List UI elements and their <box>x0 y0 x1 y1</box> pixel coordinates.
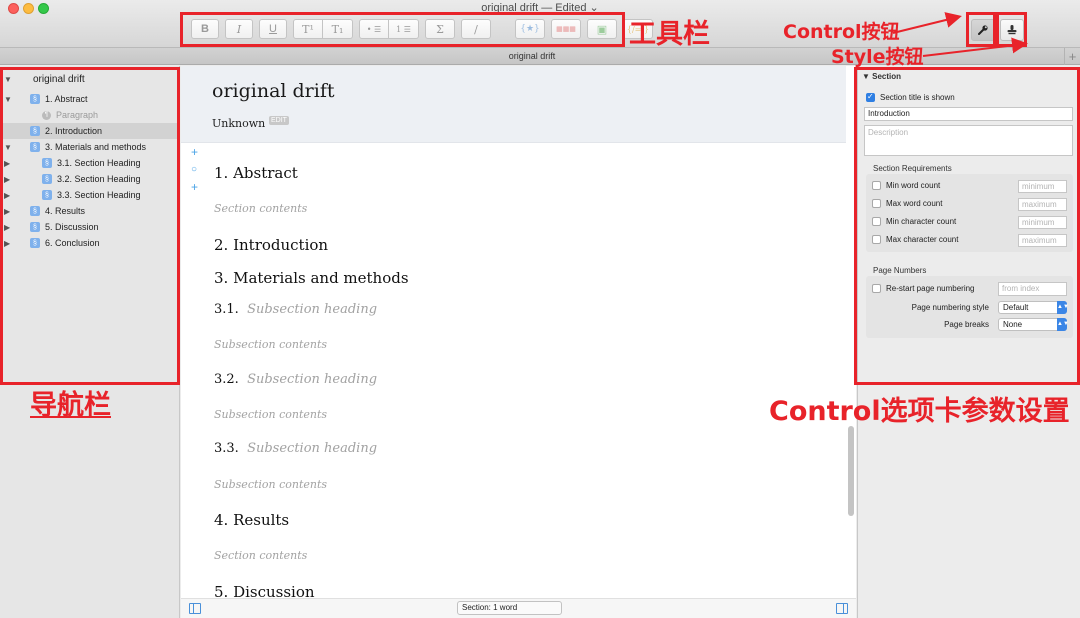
annotation-arrows <box>892 12 1028 57</box>
control-arrow <box>892 12 962 34</box>
style-arrow <box>922 37 1028 57</box>
